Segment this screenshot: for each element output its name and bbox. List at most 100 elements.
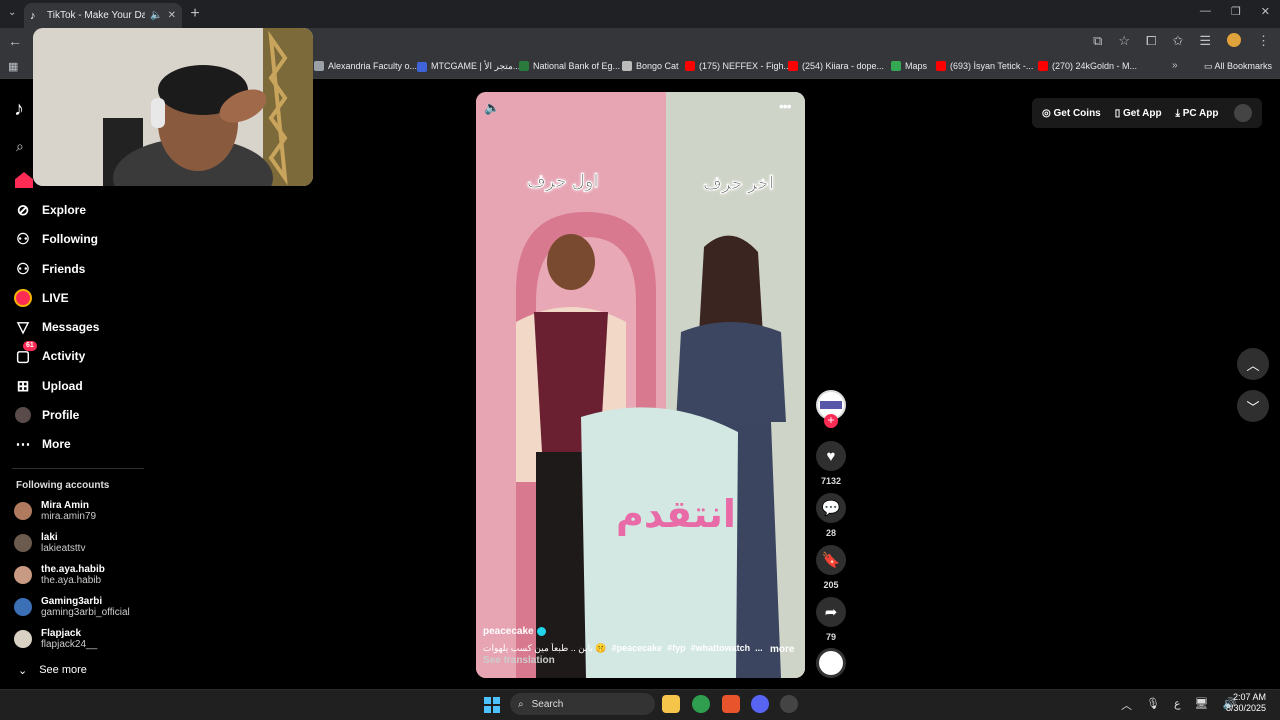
clock[interactable]: 2:07 AM 8/30/2025	[1226, 692, 1266, 714]
bookmark-item[interactable]: Maps	[891, 61, 927, 71]
get-app-button[interactable]: ▯ Get App	[1115, 108, 1162, 119]
search-icon[interactable]: ⌕	[16, 138, 24, 155]
bookmark-label: (693) İsyan Tetick -...	[950, 61, 1034, 71]
hashtag[interactable]: #whattowatch	[691, 643, 751, 654]
windows-start-icon[interactable]	[484, 697, 500, 713]
window-controls: — ❐ ✕	[1200, 5, 1270, 18]
bookmark-item[interactable]: (254) Kiiara - dope...	[788, 61, 884, 71]
more-bookmarks-icon[interactable]: »	[1172, 60, 1178, 71]
share-button[interactable]: ➦	[816, 597, 846, 627]
minimize-icon[interactable]: —	[1200, 5, 1211, 18]
sidebar-item-more[interactable]: ⋯ More	[14, 435, 71, 453]
clock-date: 8/30/2025	[1226, 703, 1267, 713]
tab-strip: ⌄ ♪ TikTok - Make Your Day 🔈 ✕ + — ❐ ✕	[0, 0, 1280, 28]
speaker-icon[interactable]: 🔈	[150, 10, 162, 21]
see-more-button[interactable]: ⌄ See more	[18, 664, 87, 677]
upload-icon: ⊞	[16, 378, 30, 395]
home-icon[interactable]	[15, 172, 33, 188]
user-avatar[interactable]	[1234, 104, 1252, 122]
close-window-icon[interactable]: ✕	[1261, 5, 1270, 18]
favorites-icon[interactable]: ✩	[1172, 33, 1183, 49]
see-translation-link[interactable]: See translation	[483, 655, 555, 666]
bookmark-label: (254) Kiiara - dope...	[802, 61, 885, 71]
bookmark-item[interactable]: Alexandria Faculty o...	[314, 61, 417, 71]
volume-icon[interactable]: 🔈	[484, 100, 500, 116]
bookmark-item[interactable]: MTCGAME | متجر الأ...	[417, 61, 520, 72]
sidebar-item-explore[interactable]: ⊘ Explore	[14, 201, 86, 219]
sidebar-item-live[interactable]: LIVE	[14, 289, 69, 307]
get-coins-button[interactable]: ◎ Get Coins	[1042, 108, 1101, 119]
sidebar-item-label: Profile	[42, 408, 80, 422]
media-icon[interactable]: ☰	[1199, 33, 1211, 49]
music-disc[interactable]	[816, 648, 846, 678]
apps-icon[interactable]: ▦	[8, 60, 18, 73]
account-name: laki	[41, 532, 58, 543]
following-account[interactable]: the.aya.habib the.aya.habib	[14, 564, 105, 586]
pc-app-button[interactable]: ⤓ PC App	[1176, 108, 1219, 119]
save-button[interactable]: 🔖	[816, 545, 846, 575]
bookmark-star-icon[interactable]: ☆	[1118, 33, 1130, 49]
taskbar-search[interactable]: ⌕ Search	[510, 693, 655, 715]
steam-icon[interactable]	[780, 695, 798, 713]
network-icon[interactable]: 🖥	[1195, 697, 1209, 713]
close-tab-icon[interactable]: ✕	[168, 10, 176, 21]
see-more-label: See more	[39, 664, 87, 676]
restore-icon[interactable]: ❐	[1231, 5, 1241, 18]
activity-badge: 61	[23, 341, 37, 351]
previous-video-button[interactable]: ︿	[1237, 348, 1269, 380]
chevron-down-icon: ﹀	[1246, 399, 1260, 415]
install-app-icon[interactable]: ⧉	[1093, 33, 1102, 49]
sidebar-item-following[interactable]: ⚇ Following	[14, 230, 98, 248]
clock-time: 2:07 AM	[1233, 692, 1267, 702]
following-account[interactable]: laki lakieatsttv	[14, 532, 85, 554]
all-bookmarks[interactable]: ▭ All Bookmarks	[1204, 61, 1272, 72]
next-video-button[interactable]: ﹀	[1237, 390, 1269, 422]
follow-plus-icon[interactable]: +	[824, 414, 838, 428]
comment-button[interactable]: 💬	[816, 493, 846, 523]
more-icon: ⋯	[15, 436, 31, 453]
sidebar-item-activity[interactable]: ▢ 61 Activity	[14, 341, 85, 365]
caption-more-button[interactable]: more	[770, 644, 794, 655]
friends-icon: ⚇	[16, 261, 30, 278]
bookmark-item[interactable]: Bongo Cat	[622, 61, 679, 71]
sidebar-item-profile[interactable]: Profile	[14, 406, 79, 424]
bookmark-item[interactable]: National Bank of Eg...	[519, 61, 620, 71]
tab-tiktok[interactable]: ♪ TikTok - Make Your Day 🔈 ✕	[24, 3, 182, 28]
tiktok-logo[interactable]: ♪	[14, 98, 24, 121]
tray-chevron-icon[interactable]: ︿	[1121, 697, 1132, 713]
account-username: the.aya.habib	[41, 575, 102, 586]
hashtag[interactable]: #peacecake	[612, 643, 663, 654]
discord-icon[interactable]	[751, 695, 769, 713]
back-icon[interactable]: ←	[8, 33, 22, 49]
sidebar-item-label: Following	[42, 232, 98, 246]
bookmark-favicon-icon	[1038, 61, 1048, 71]
pc-app-label: PC App	[1182, 107, 1219, 119]
sidebar-item-label: Friends	[42, 262, 86, 276]
like-button[interactable]: ♥	[816, 441, 846, 471]
following-account[interactable]: Gaming3arbi gaming3arbi_official	[14, 596, 130, 618]
sidebar-item-messages[interactable]: ▽ Messages	[14, 318, 99, 336]
profile-avatar[interactable]	[1227, 33, 1241, 47]
chrome-icon[interactable]	[692, 695, 710, 713]
tiktok-icon: ♪	[30, 9, 36, 22]
following-account[interactable]: Flapjack flapjack24__	[14, 628, 97, 650]
new-tab-button[interactable]: +	[186, 5, 204, 23]
file-explorer-icon[interactable]	[662, 695, 680, 713]
overlay-text-left: اول حرف	[527, 171, 599, 192]
hashtag[interactable]: #fyp	[667, 643, 686, 654]
video-options-icon[interactable]: •••	[779, 98, 792, 114]
bookmark-item[interactable]: (270) 24kGoldn - M...	[1038, 61, 1137, 71]
bookmark-item[interactable]: (693) İsyan Tetick -...	[936, 61, 1033, 71]
verified-icon	[536, 627, 546, 636]
sidebar-item-friends[interactable]: ⚇ Friends	[14, 260, 85, 278]
extensions-icon[interactable]: ⧠	[1146, 33, 1156, 49]
sidebar-item-upload[interactable]: ⊞ Upload	[14, 377, 83, 395]
bookmark-item[interactable]: (175) NEFFEX - Figh...	[685, 61, 791, 71]
tab-search-icon[interactable]: ⌄	[8, 7, 16, 18]
video-author[interactable]: peacecake	[483, 626, 546, 637]
brave-icon[interactable]	[722, 695, 740, 713]
following-account[interactable]: Mira Amin mira.amin79	[14, 500, 96, 522]
microphone-icon[interactable]: 🎙	[1146, 697, 1160, 713]
language-indicator[interactable]: ع	[1174, 697, 1181, 713]
menu-icon[interactable]: ⋮	[1257, 33, 1270, 49]
